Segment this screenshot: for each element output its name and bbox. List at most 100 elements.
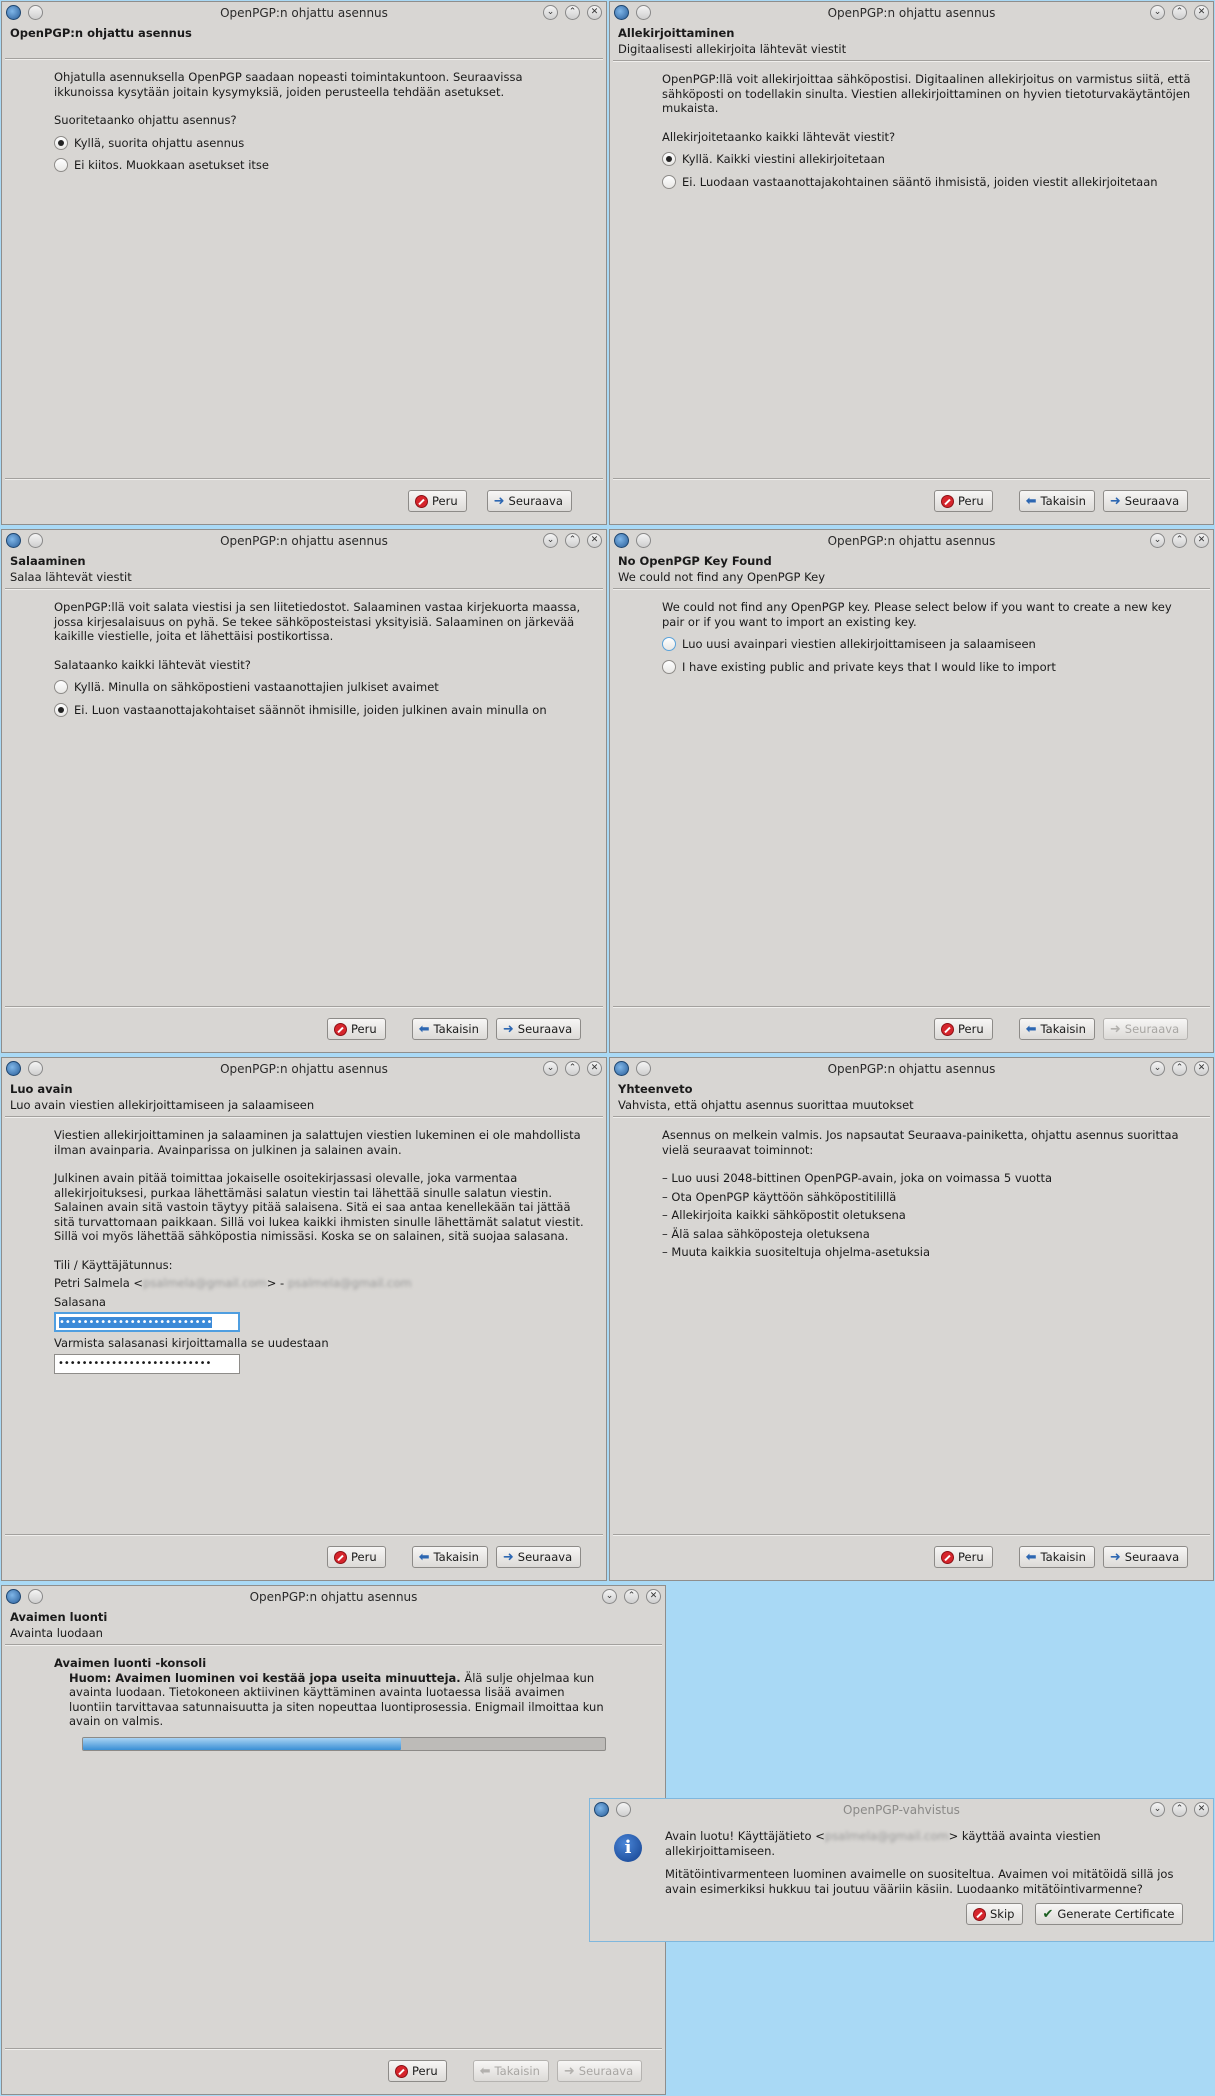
chevron-down-icon[interactable]: ⌄ — [1150, 533, 1165, 548]
confirm-password-field[interactable]: •••••••••••••••••••••••••• — [54, 1353, 240, 1374]
title-bar[interactable]: OpenPGP:n ohjattu asennus ⌄ ⌃ ✕ — [610, 1058, 1213, 1080]
title-bar[interactable]: OpenPGP:n ohjattu asennus ⌄ ⌃ ✕ — [610, 2, 1213, 24]
radio-sign-per-recipient[interactable]: Ei. Luodaan vastaanottajakohtainen säänt… — [662, 175, 1193, 190]
next-button[interactable]: ➜ Seuraava — [495, 1018, 582, 1040]
title-bar[interactable]: OpenPGP-vahvistus ⌄ ⌃ ✕ — [590, 1799, 1213, 1821]
radio-run-wizard[interactable]: Kyllä, suorita ohjattu asennus — [54, 136, 586, 151]
close-icon[interactable]: ✕ — [646, 1589, 661, 1604]
back-button[interactable]: ⬅ Takaisin — [411, 1546, 488, 1568]
chevron-up-icon[interactable]: ⌃ — [565, 533, 580, 548]
cancel-button[interactable]: Peru — [934, 490, 993, 512]
question-label: Salataanko kaikki lähtevät viestit? — [54, 657, 251, 672]
chevron-down-icon[interactable]: ⌄ — [543, 533, 558, 548]
button-label: Takaisin — [433, 1022, 479, 1036]
arrow-left-icon: ⬅ — [418, 1549, 430, 1565]
chevron-up-icon[interactable]: ⌃ — [1172, 1061, 1187, 1076]
chevron-down-icon[interactable]: ⌄ — [1150, 1061, 1165, 1076]
chevron-down-icon[interactable]: ⌄ — [602, 1589, 617, 1604]
page-header: OpenPGP:n ohjattu asennus — [2, 24, 606, 54]
chevron-up-icon[interactable]: ⌃ — [1172, 533, 1187, 548]
radio-sign-all[interactable]: Kyllä. Kaikki viestini allekirjoitetaan — [662, 152, 1193, 167]
back-button[interactable]: ⬅ Takaisin — [1018, 1546, 1095, 1568]
radio-import-keys[interactable]: I have existing public and private keys … — [662, 660, 1193, 675]
close-icon[interactable]: ✕ — [587, 533, 602, 548]
chevron-down-icon[interactable]: ⌄ — [1150, 1802, 1165, 1817]
next-button[interactable]: ➜ Seuraava — [1102, 490, 1189, 512]
skip-button[interactable]: Skip — [966, 1903, 1024, 1925]
close-icon[interactable]: ✕ — [1194, 1802, 1209, 1817]
radio-button[interactable] — [662, 152, 676, 167]
summary-item: – Muuta kaikkia suositeltuja ohjelma-ase… — [662, 1245, 931, 1259]
arrow-right-icon: ➜ — [1109, 1549, 1121, 1565]
password-field[interactable]: •••••••••••••••••••••••••• — [54, 1312, 240, 1332]
radio-label: Kyllä. Kaikki viestini allekirjoitetaan — [682, 152, 885, 166]
button-label: Peru — [351, 1022, 377, 1036]
setup-wizard-window-welcome: OpenPGP:n ohjattu asennus ⌄ ⌃ ✕ OpenPGP:n … — [1, 1, 607, 525]
chevron-down-icon[interactable]: ⌄ — [543, 5, 558, 20]
cancel-button[interactable]: Peru — [408, 490, 467, 512]
radio-button[interactable] — [54, 680, 68, 695]
radio-button[interactable] — [54, 135, 68, 150]
close-icon[interactable]: ✕ — [587, 5, 602, 20]
radio-button[interactable] — [54, 702, 68, 717]
button-label: Seuraava — [578, 2064, 634, 2078]
page-header: No OpenPGP Key Found We could not find a… — [610, 552, 1213, 584]
radio-button[interactable] — [662, 637, 676, 652]
cancel-button[interactable]: Peru — [327, 1546, 386, 1568]
chevron-up-icon[interactable]: ⌃ — [624, 1589, 639, 1604]
back-button[interactable]: ⬅ Takaisin — [472, 2060, 549, 2082]
stop-icon — [973, 1907, 986, 1921]
title-bar[interactable]: OpenPGP:n ohjattu asennus ⌄ ⌃ ✕ — [2, 2, 606, 24]
title-bar[interactable]: OpenPGP:n ohjattu asennus ⌄ ⌃ ✕ — [610, 530, 1213, 552]
next-button[interactable]: ➜ Seuraava — [1102, 1018, 1189, 1040]
title-bar[interactable]: OpenPGP:n ohjattu asennus ⌄ ⌃ ✕ — [2, 1058, 606, 1080]
radio-button[interactable] — [54, 158, 68, 173]
info-icon: i — [614, 1834, 642, 1862]
next-button[interactable]: ➜ Seuraava — [495, 1546, 582, 1568]
chevron-up-icon[interactable]: ⌃ — [565, 5, 580, 20]
back-button[interactable]: ⬅ Takaisin — [1018, 1018, 1095, 1040]
button-label: Peru — [432, 494, 458, 508]
chevron-up-icon[interactable]: ⌃ — [1172, 5, 1187, 20]
page-header: Salaaminen Salaa lähtevät viestit — [2, 552, 606, 584]
button-label: Seuraava — [508, 494, 563, 508]
next-button[interactable]: ➜ Seuraava — [1102, 1546, 1189, 1568]
window-title: OpenPGP:n ohjattu asennus — [827, 1062, 996, 1076]
back-button[interactable]: ⬅ Takaisin — [411, 1018, 488, 1040]
button-label: Skip — [990, 1907, 1015, 1921]
close-icon[interactable]: ✕ — [587, 1061, 602, 1076]
page-title: Luo avain — [10, 1082, 73, 1096]
chevron-up-icon[interactable]: ⌃ — [565, 1061, 580, 1076]
title-bar[interactable]: OpenPGP:n ohjattu asennus ⌄ ⌃ ✕ — [2, 530, 606, 552]
console-title: Avaimen luonti -konsoli — [54, 1656, 207, 1670]
radio-encrypt-per-recipient[interactable]: Ei. Luon vastaanottajakohtaiset säännöt … — [54, 703, 586, 718]
next-button[interactable]: ➜ Seuraava — [556, 2060, 643, 2082]
page-header: Luo avain Luo avain viestien allekirjoit… — [2, 1080, 606, 1112]
setup-wizard-window-signing: OpenPGP:n ohjattu asennus ⌄ ⌃ ✕ Allekirjoi… — [609, 1, 1214, 525]
button-label: Seuraava — [517, 1022, 573, 1036]
chevron-down-icon[interactable]: ⌄ — [543, 1061, 558, 1076]
arrow-left-icon: ⬅ — [1025, 1549, 1037, 1565]
window-title: OpenPGP:n ohjattu asennus — [827, 6, 996, 20]
radio-encrypt-all[interactable]: Kyllä. Minulla on sähköpostieni vastaano… — [54, 680, 586, 695]
window-title: OpenPGP-vahvistus — [843, 1803, 960, 1817]
generate-certificate-button[interactable]: ✔ Generate Certificate — [1035, 1903, 1184, 1925]
cancel-button[interactable]: Peru — [388, 2060, 447, 2082]
cancel-button[interactable]: Peru — [327, 1018, 386, 1040]
radio-configure-manually[interactable]: Ei kiitos. Muokkaan asetukset itse — [54, 158, 586, 173]
page-subtitle: We could not find any OpenPGP Key — [618, 570, 825, 584]
arrow-right-icon: ➜ — [1109, 1021, 1121, 1037]
radio-button[interactable] — [662, 659, 676, 674]
chevron-up-icon[interactable]: ⌃ — [1172, 1802, 1187, 1817]
next-button[interactable]: ➜ Seuraava — [486, 490, 572, 512]
cancel-button[interactable]: Peru — [934, 1018, 993, 1040]
cancel-button[interactable]: Peru — [934, 1546, 993, 1568]
close-icon[interactable]: ✕ — [1194, 1061, 1209, 1076]
radio-button[interactable] — [662, 174, 676, 189]
title-bar[interactable]: OpenPGP:n ohjattu asennus ⌄ ⌃ ✕ — [2, 1586, 665, 1608]
chevron-down-icon[interactable]: ⌄ — [1150, 5, 1165, 20]
radio-create-keypair[interactable]: Luo uusi avainpari viestien allekirjoitt… — [662, 637, 1193, 652]
close-icon[interactable]: ✕ — [1194, 5, 1209, 20]
back-button[interactable]: ⬅ Takaisin — [1018, 490, 1095, 512]
close-icon[interactable]: ✕ — [1194, 533, 1209, 548]
